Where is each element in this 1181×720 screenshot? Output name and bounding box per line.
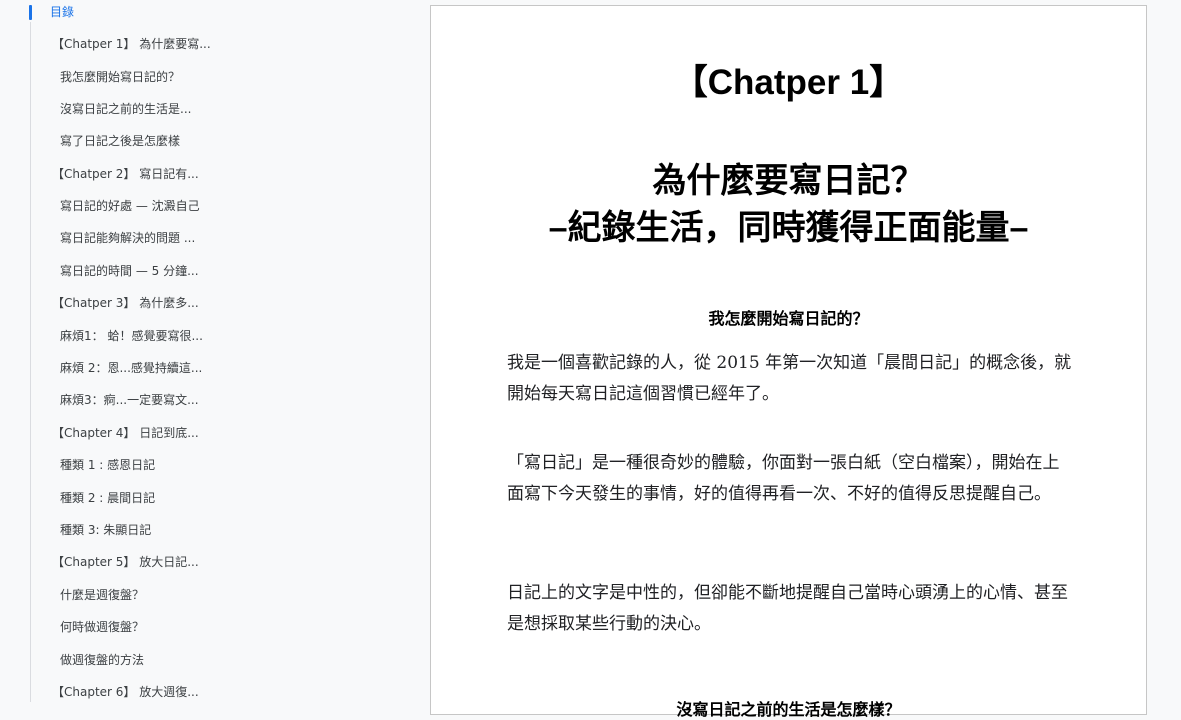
outline-item-chapter-1[interactable]: 【Chatper 1】 為什麼要寫... <box>52 34 211 54</box>
outline-item[interactable]: 做週復盤的方法 <box>60 650 144 670</box>
outline-item[interactable]: 種類 2 : 晨間日記 <box>60 488 155 508</box>
outline-item[interactable]: 沒寫日記之前的生活是... <box>60 99 191 119</box>
outline-item[interactable]: 我怎麼開始寫日記的？ <box>60 67 180 87</box>
chapter-title-main[interactable]: 為什麼要寫日記？ <box>431 158 1146 204</box>
outline-item[interactable]: 什麼是週復盤？ <box>60 585 144 605</box>
outline-item-chapter-4[interactable]: 【Chapter 4】 日記到底... <box>52 423 199 443</box>
outline-item[interactable]: 寫日記的時間 — 5 分鐘... <box>60 261 199 281</box>
outline-item[interactable]: 種類 1 : 感恩日記 <box>60 455 155 475</box>
body-paragraph[interactable]: 日記上的文字是中性的，但卻能不斷地提醒自己當時心頭湧上的心情、甚至是想採取某些行… <box>507 578 1073 639</box>
chapter-title[interactable]: 【Chatper 1】 <box>431 62 1146 104</box>
outline-item-chapter-6[interactable]: 【Chapter 6】 放大週復... <box>52 682 199 702</box>
outline-item[interactable]: 麻煩3：痾...一定要寫文... <box>60 390 199 410</box>
outline-title[interactable]: 目錄 <box>50 4 74 21</box>
outline-item[interactable]: 種類 3: 朱顯日記 <box>60 520 151 540</box>
body-paragraph[interactable]: 我是一個喜歡記錄的人，從 2015 年第一次知道「晨間日記」的概念後，就開始每天… <box>507 348 1073 409</box>
outline-item-chapter-3[interactable]: 【Chatper 3】 為什麼多... <box>52 293 199 313</box>
chapter-subtitle[interactable]: –紀錄生活，同時獲得正面能量– <box>431 205 1146 251</box>
outline-item[interactable]: 麻煩 2：恩...感覺持續這... <box>60 358 202 378</box>
outline-item[interactable]: 寫日記的好處 — 沈澱自己 <box>60 196 200 216</box>
section-heading[interactable]: 沒寫日記之前的生活是怎麼樣？ <box>431 696 1146 720</box>
outline-item[interactable]: 麻煩1： 蛤！感覺要寫很... <box>60 326 203 346</box>
outline-item[interactable]: 何時做週復盤？ <box>60 617 144 637</box>
outline-item-chapter-2[interactable]: 【Chatper 2】 寫日記有... <box>52 164 199 184</box>
document-outline-panel: 目錄 【Chatper 1】 為什麼要寫... 我怎麼開始寫日記的？ 沒寫日記之… <box>0 0 430 702</box>
outline-rail <box>30 22 31 702</box>
outline-item[interactable]: 寫了日記之後是怎麼樣 <box>60 131 180 151</box>
outline-active-indicator <box>29 5 32 20</box>
document-page[interactable]: 【Chatper 1】 為什麼要寫日記？ –紀錄生活，同時獲得正面能量– 我怎麼… <box>430 5 1147 719</box>
body-paragraph[interactable]: 「寫日記」是一種很奇妙的體驗，你面對一張白紙（空白檔案），開始在上面寫下今天發生… <box>507 448 1073 509</box>
section-heading[interactable]: 我怎麼開始寫日記的？ <box>431 305 1146 329</box>
outline-item-chapter-5[interactable]: 【Chapter 5】 放大日記... <box>52 552 199 572</box>
outline-item[interactable]: 寫日記能夠解決的問題 ... <box>60 228 195 248</box>
